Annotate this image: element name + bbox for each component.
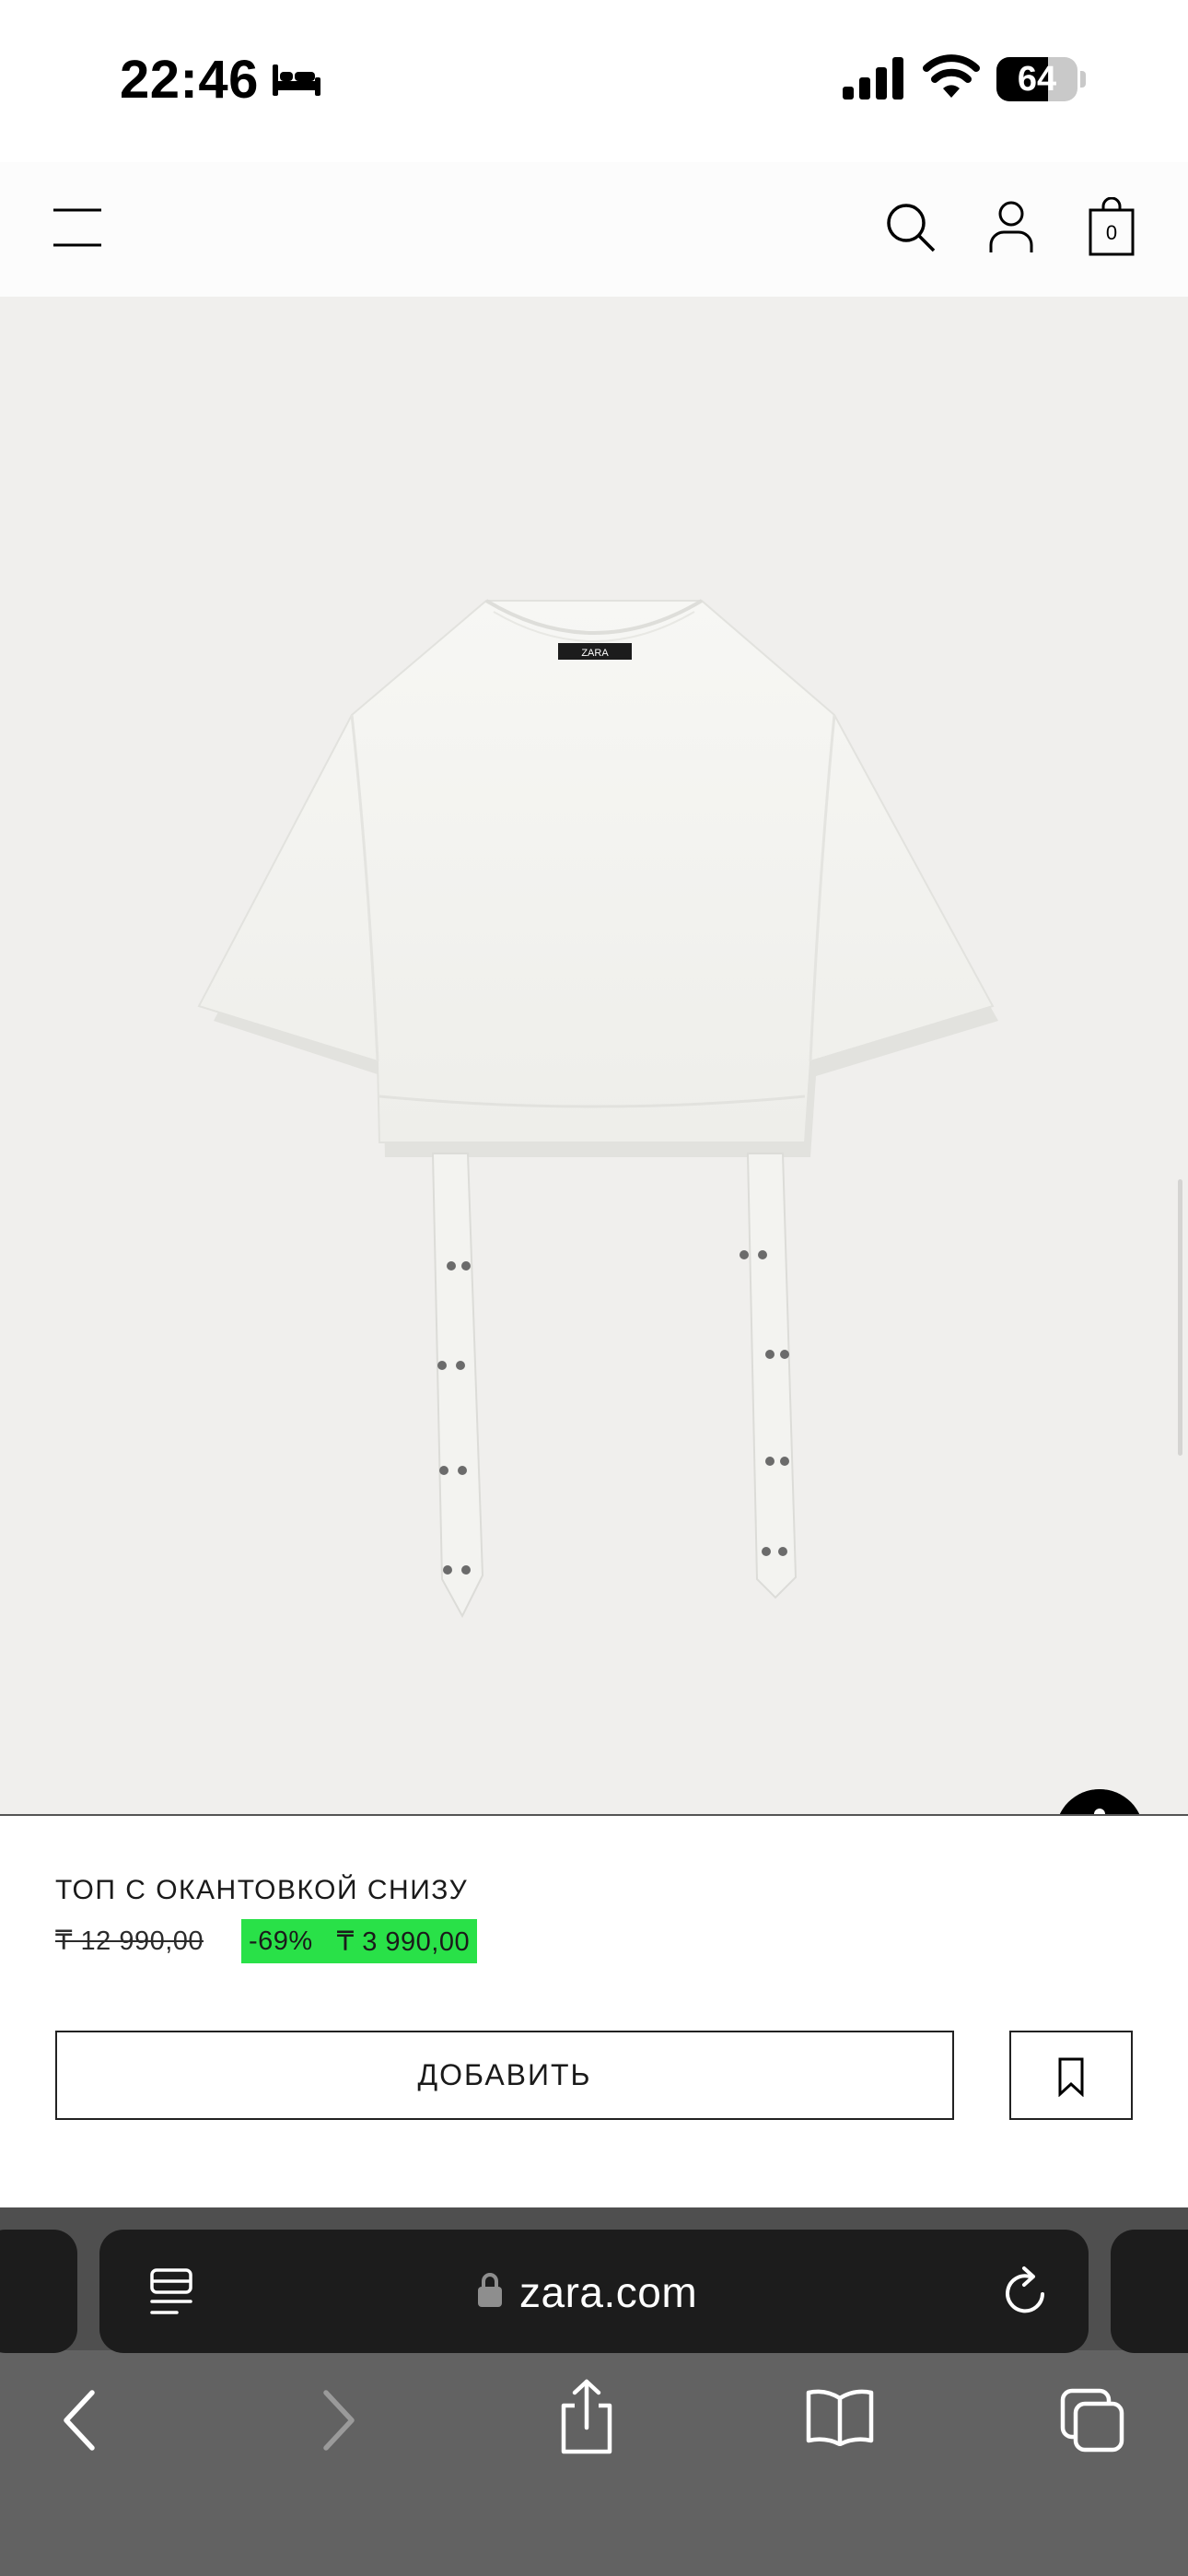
previous-tab-preview[interactable] [0,2230,77,2353]
old-price: ₸ 12 990,00 [55,1926,204,1956]
site-header: 0 [0,162,1188,297]
account-icon[interactable] [987,199,1035,254]
product-info: ТОП С ОКАНТОВКОЙ СНИЗУ ₸ 12 990,00 -69% … [0,1816,1188,2207]
url-text: zara.com [519,2268,698,2316]
browser-toolbar [0,2350,1188,2576]
tabs-icon[interactable] [1059,2387,1125,2453]
forward-icon[interactable] [317,2387,359,2453]
status-time: 22:46 [120,50,259,110]
bag-icon[interactable]: 0 [1087,197,1136,256]
add-to-cart-button[interactable]: ДОБАВИТЬ [55,2031,954,2120]
bookmark-button[interactable] [1009,2031,1133,2120]
menu-icon[interactable] [52,205,103,251]
bookmark-icon [1058,2057,1084,2097]
share-icon[interactable] [556,2378,617,2455]
product-image[interactable]: ZARA [0,297,1188,1815]
sale-price: ₸ 3 990,00 [336,1926,471,1957]
status-bar: 22:46 64 [0,0,1188,162]
wifi-icon [923,54,980,98]
discount-percent: -69% [249,1926,313,1956]
product-photo: ZARA [197,599,998,1619]
sale-badge: -69% ₸ 3 990,00 [241,1919,478,1963]
reload-icon[interactable] [1000,2265,1052,2320]
battery-icon: 64 [996,57,1086,101]
product-name: ТОП С ОКАНТОВКОЙ СНИЗУ [55,1875,469,1905]
bookmarks-icon[interactable] [805,2387,875,2446]
search-icon[interactable] [884,199,936,254]
address-area: zara.com [0,2207,1188,2353]
lock-icon [478,2273,502,2307]
battery-level: 64 [1017,60,1057,99]
clothing-label: ZARA [581,648,609,659]
signal-icon [843,57,903,100]
image-scroll-indicator [1178,1179,1182,1456]
reader-icon[interactable] [147,2266,195,2318]
browser-chrome: zara.com [0,2207,1188,2576]
bag-count: 0 [1105,221,1118,244]
back-icon[interactable] [59,2387,101,2453]
address-bar[interactable]: zara.com [99,2230,1089,2353]
bed-icon [273,64,320,96]
next-tab-preview[interactable] [1111,2230,1188,2353]
